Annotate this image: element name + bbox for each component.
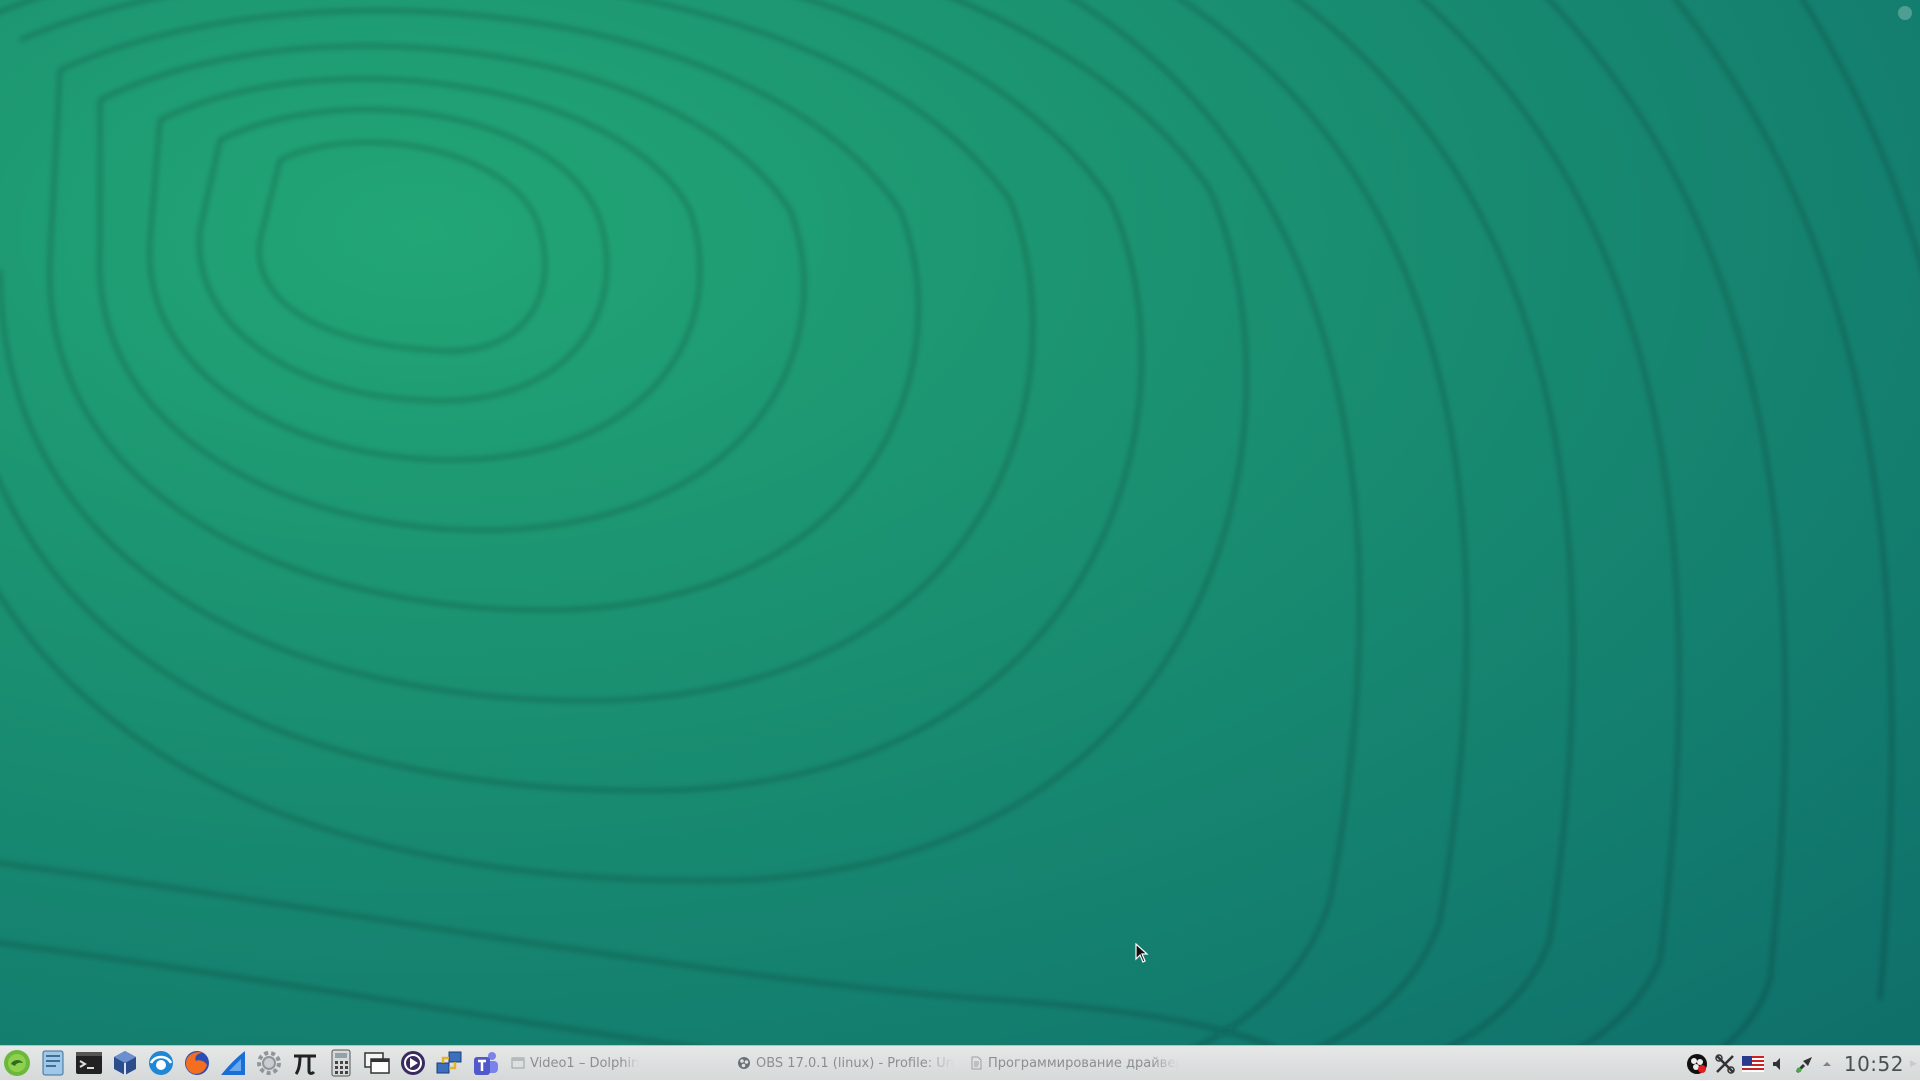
kickoff-menu-icon[interactable] — [1, 1047, 33, 1079]
tools-icon[interactable] — [1714, 1053, 1736, 1075]
desktop-toolbox-button[interactable] — [1898, 6, 1912, 20]
wallpaper-contours — [0, 0, 1920, 1045]
us-flag-icon[interactable] — [1741, 1053, 1764, 1075]
virtualbox-icon[interactable] — [109, 1047, 141, 1079]
terminal-icon[interactable] — [73, 1047, 105, 1079]
task-manager: Video1 – Dolphin OBS 17.0.1 (linux) - Pr… — [511, 1046, 1179, 1080]
network-icon[interactable] — [433, 1047, 465, 1079]
window-manager-icon[interactable] — [361, 1047, 393, 1079]
dolphin-icon — [511, 1057, 525, 1069]
taskbar: Video1 – Dolphin OBS 17.0.1 (linux) - Pr… — [0, 1045, 1920, 1080]
pi-calculator-icon[interactable] — [289, 1047, 321, 1079]
obs-tray-icon[interactable] — [1686, 1053, 1708, 1075]
system-tray: 10:52 — [1680, 1046, 1920, 1081]
digital-clock[interactable]: 10:52 — [1844, 1052, 1904, 1076]
obs-icon — [738, 1057, 750, 1069]
firefox-icon[interactable] — [181, 1047, 213, 1079]
settings-gear-icon[interactable] — [253, 1047, 285, 1079]
task-document-window[interactable]: Программирование драйвер — [969, 1049, 1179, 1077]
volume-icon[interactable] — [1770, 1053, 1788, 1075]
network-tray-icon[interactable] — [1794, 1053, 1816, 1075]
quick-launch-bar — [0, 1046, 505, 1080]
document-icon — [971, 1056, 982, 1070]
task-obs-window[interactable]: OBS 17.0.1 (linux) - Profile: Un — [737, 1049, 969, 1077]
task-label: Video1 – Dolphin — [530, 1055, 640, 1071]
teams-icon[interactable] — [469, 1047, 501, 1079]
calculator-icon[interactable] — [325, 1047, 357, 1079]
task-dolphin-window[interactable]: Video1 – Dolphin — [511, 1049, 737, 1077]
expand-arrow-icon[interactable] — [1822, 1053, 1832, 1075]
task-label: OBS 17.0.1 (linux) - Profile: Un — [756, 1055, 954, 1071]
wireshark-icon[interactable] — [217, 1047, 249, 1079]
file-manager-icon[interactable] — [37, 1047, 69, 1079]
media-player-icon[interactable] — [397, 1047, 429, 1079]
panel-hide-button[interactable]: ▶ — [1910, 1059, 1918, 1069]
desktop-background[interactable] — [0, 0, 1920, 1045]
mouse-cursor-icon — [1135, 943, 1149, 963]
web-browser-icon[interactable] — [145, 1047, 177, 1079]
task-label: Программирование драйвер — [988, 1055, 1179, 1071]
